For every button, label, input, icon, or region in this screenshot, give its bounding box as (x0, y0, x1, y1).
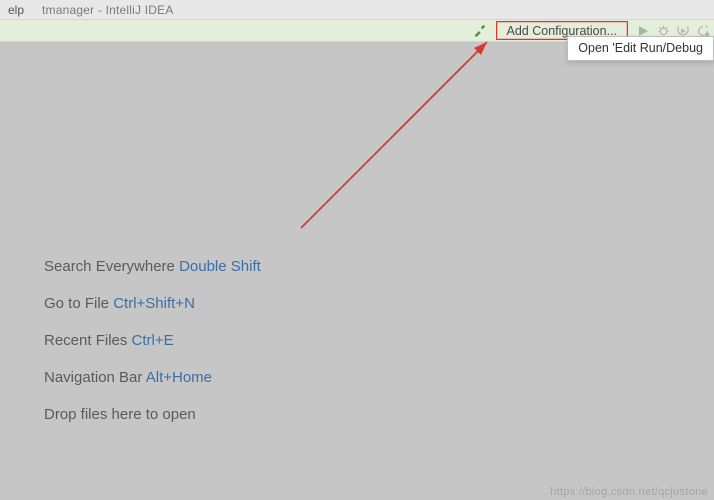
tip-label: Navigation Bar (44, 369, 146, 386)
tip-drop-files: Drop files here to open (44, 406, 261, 424)
tip-label: Go to File (44, 295, 113, 312)
menu-help[interactable]: elp (2, 3, 30, 17)
tooltip-text: Open 'Edit Run/Debug (578, 41, 703, 55)
tip-shortcut: Ctrl+Shift+N (113, 295, 195, 312)
tip-recent-files: Recent Files Ctrl+E (44, 332, 261, 350)
tip-search-everywhere: Search Everywhere Double Shift (44, 258, 261, 276)
menu-bar: elp tmanager - IntelliJ IDEA (0, 0, 714, 20)
tip-shortcut: Ctrl+E (132, 332, 174, 349)
watermark: https://blog.csdn.net/qcjustone (550, 486, 708, 498)
tip-label: Search Everywhere (44, 258, 179, 275)
tooltip-edit-run-debug: Open 'Edit Run/Debug (567, 36, 714, 61)
tip-navigation-bar: Navigation Bar Alt+Home (44, 369, 261, 387)
tip-shortcut: Alt+Home (146, 369, 212, 386)
tip-go-to-file: Go to File Ctrl+Shift+N (44, 295, 261, 313)
tip-label: Recent Files (44, 332, 132, 349)
build-icon[interactable] (470, 22, 488, 40)
tip-label: Drop files here to open (44, 406, 196, 423)
welcome-tips: Search Everywhere Double Shift Go to Fil… (44, 258, 261, 443)
tip-shortcut: Double Shift (179, 258, 261, 275)
window-title: tmanager - IntelliJ IDEA (30, 3, 174, 17)
